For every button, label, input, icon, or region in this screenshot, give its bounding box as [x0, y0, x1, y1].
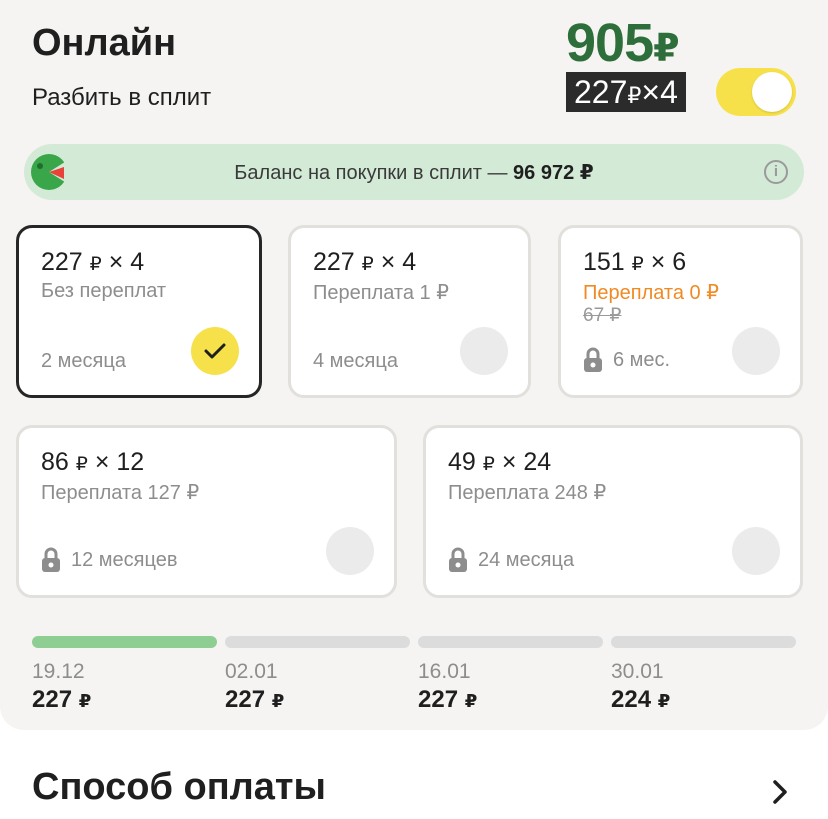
plan-old-overpay: 67 ₽	[583, 305, 622, 326]
plan-radio[interactable]	[460, 327, 508, 375]
chevron-right-icon[interactable]	[770, 778, 790, 806]
plan-term: 12 месяцев	[41, 547, 177, 573]
plan-amount: 227 ₽ × 4	[41, 248, 145, 276]
schedule-amount: 224 ₽	[611, 686, 671, 713]
split-times: ×4	[641, 74, 678, 110]
schedule-amount: 227 ₽	[225, 686, 285, 713]
split-balance-banner: Баланс на покупки в сплит — 96 972 ₽ i	[24, 144, 804, 200]
plan-term: 2 месяца	[41, 350, 126, 372]
schedule-segment-2	[225, 636, 410, 648]
schedule-date: 19.12	[32, 660, 85, 683]
payment-method-title[interactable]: Способ оплаты	[32, 766, 326, 809]
plan-term: 24 месяца	[448, 547, 574, 573]
plan-amount: 227 ₽ × 4	[313, 248, 417, 276]
split-toggle[interactable]	[716, 68, 796, 116]
balance-dash: —	[487, 162, 508, 184]
plan-term: 6 мес.	[583, 347, 670, 373]
schedule-amount: 227 ₽	[32, 686, 92, 713]
lock-icon	[42, 547, 60, 572]
plan-radio[interactable]	[732, 527, 780, 575]
split-subtitle: Разбить в сплит	[32, 84, 212, 111]
schedule-date: 02.01	[225, 660, 278, 683]
page-title: Онлайн	[32, 22, 177, 64]
plan-overpay: Без переплат	[41, 280, 167, 302]
balance-amount: 96 972	[513, 162, 575, 184]
schedule-segment-3	[418, 636, 603, 648]
plan-card-2-months[interactable]: 227 ₽ × 4 Без переплат 2 месяца	[16, 225, 262, 398]
plan-overpay: Переплата 248 ₽	[448, 482, 607, 504]
schedule-segment-4	[611, 636, 796, 648]
lock-icon	[584, 347, 602, 372]
plan-radio[interactable]	[732, 327, 780, 375]
lock-icon	[449, 547, 467, 572]
plan-card-24-months[interactable]: 49 ₽ × 24 Переплата 248 ₽ 24 месяца	[423, 425, 803, 598]
split-price-chip: 227₽×4	[566, 72, 686, 112]
plan-amount: 49 ₽ × 24	[448, 448, 552, 476]
toggle-knob	[752, 72, 792, 112]
plan-amount: 151 ₽ × 6	[583, 248, 687, 276]
schedule-segment-1	[32, 636, 217, 648]
plan-card-12-months[interactable]: 86 ₽ × 12 Переплата 127 ₽ 12 месяцев	[16, 425, 397, 598]
plan-amount: 86 ₽ × 12	[41, 448, 145, 476]
plan-overpay: Переплата 1 ₽	[313, 282, 449, 304]
total-currency: ₽	[653, 28, 679, 70]
plan-radio[interactable]	[326, 527, 374, 575]
plan-card-4-months[interactable]: 227 ₽ × 4 Переплата 1 ₽ 4 месяца	[288, 225, 531, 398]
split-amount: 227	[574, 74, 628, 110]
schedule-date: 30.01	[611, 660, 664, 683]
plan-card-6-months[interactable]: 151 ₽ × 6 Переплата 0 ₽ 67 ₽ 6 мес.	[558, 225, 803, 398]
total-amount: 905	[566, 13, 654, 73]
plan-overpay: Переплата 127 ₽	[41, 482, 200, 504]
balance-label: Баланс на покупки в сплит	[234, 162, 482, 184]
balance-text: Баланс на покупки в сплит — 96 972 ₽	[24, 160, 804, 185]
schedule-date: 16.01	[418, 660, 471, 683]
split-currency: ₽	[627, 83, 642, 108]
info-icon[interactable]: i	[764, 160, 788, 184]
plan-term: 4 месяца	[313, 350, 398, 372]
checkmark-icon	[191, 327, 239, 375]
schedule-amount: 227 ₽	[418, 686, 478, 713]
total-price: 905₽	[566, 12, 680, 74]
plan-overpay: Переплата 0 ₽	[583, 282, 719, 304]
balance-currency: ₽	[579, 162, 594, 184]
